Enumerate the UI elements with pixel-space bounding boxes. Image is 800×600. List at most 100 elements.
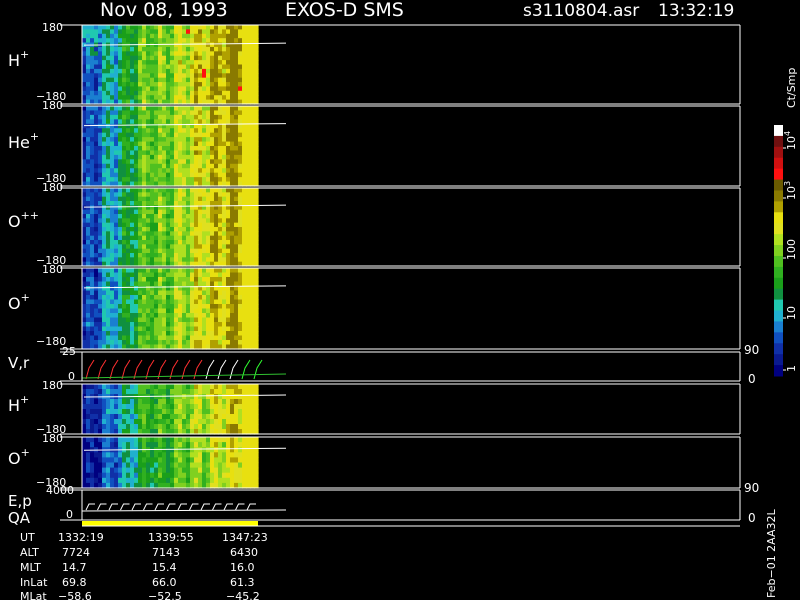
spectrogram-cell (126, 82, 131, 88)
colorbar-swatch (774, 201, 783, 213)
spectrogram-cell (182, 146, 187, 152)
spectrogram-cell (226, 25, 231, 30)
spectrogram-cell (222, 447, 227, 453)
spectrogram-cell (122, 299, 127, 305)
spectrogram-cell (182, 317, 187, 323)
spectrogram-cell (118, 154, 123, 160)
footer-value: 7143 (152, 546, 180, 559)
spectrogram-cell (210, 399, 215, 405)
spectrogram-cell (130, 331, 135, 337)
spectrogram-cell (134, 472, 139, 479)
spectrogram-cell (170, 340, 175, 346)
spectrogram-cell (194, 188, 199, 193)
spectrogram-cell (182, 214, 187, 219)
spectrogram-cell (242, 168, 247, 174)
spectrogram-cell (126, 290, 131, 296)
spectrogram-cell (146, 132, 151, 138)
spectrogram-cell (198, 414, 203, 420)
energy-step-trace (177, 503, 187, 511)
spectrogram-cell (214, 132, 219, 138)
spectrogram-cell (234, 209, 239, 215)
spectrogram-cell (126, 240, 131, 245)
spectrogram-cell (222, 340, 227, 346)
spectrogram-cell (150, 304, 155, 310)
spectrogram-cell (118, 231, 123, 237)
spectrogram-cell (98, 299, 103, 305)
spectrogram-cell (234, 335, 239, 341)
ytick-top-p2: 180 (42, 99, 63, 112)
spectrogram-cell (142, 272, 147, 278)
spectrogram-cell (90, 192, 95, 198)
spectrogram-cell (214, 137, 219, 143)
spectrogram-cell (134, 340, 139, 346)
header-time: 13:32:19 (658, 1, 734, 21)
spectrogram-cell (138, 299, 143, 305)
spectrogram-cell (142, 64, 147, 70)
spectrogram-cell (106, 29, 111, 35)
spectrogram-cell (102, 424, 107, 430)
spectrogram-cell (98, 290, 103, 296)
spectrogram-cell (170, 335, 175, 341)
spectrogram-cell (82, 119, 87, 125)
spectrogram-cell (166, 295, 171, 301)
spectrogram-cell (214, 272, 219, 278)
spectrogram-cell (150, 209, 155, 215)
spectrogram-cell (118, 25, 123, 30)
spectrogram-cell (210, 188, 215, 193)
spectrogram-cell (102, 414, 107, 420)
spectrogram-cell (162, 257, 167, 263)
spectrogram-cell (182, 150, 187, 156)
spectrogram-cell (250, 268, 255, 274)
spectrogram-cell (250, 205, 255, 211)
spectrogram-cell (126, 384, 131, 390)
spectrogram-cell (198, 389, 203, 395)
spectrogram-cell (250, 38, 255, 44)
spectrogram-cell (98, 277, 103, 283)
spectrogram-cell (226, 86, 231, 92)
spectrogram-cell (166, 192, 171, 198)
spectrogram-cell (198, 201, 203, 206)
spectrogram-cell (198, 295, 203, 301)
spectrogram-cell (238, 90, 243, 96)
spectrogram-cell (138, 399, 143, 405)
spectrogram-cell (146, 253, 151, 258)
spectrogram-cell (110, 60, 115, 66)
spectrogram-cell (186, 77, 191, 83)
spectrogram-cell (170, 419, 175, 425)
spectrogram-cell (134, 317, 139, 323)
spectrogram-cell (118, 60, 123, 66)
spectrogram-cell (138, 240, 143, 245)
spectrogram-cell (190, 248, 195, 254)
spectrogram-cell (130, 424, 135, 430)
spectrogram-cell (138, 244, 143, 250)
spectrogram-cell (94, 299, 99, 305)
spectrogram-cell (106, 257, 111, 263)
spectrogram-cell (162, 414, 167, 420)
spectrogram-cell (246, 253, 251, 258)
spectrogram-cell (110, 462, 115, 469)
spectrogram-cell (230, 188, 235, 193)
spectrogram-cell (142, 477, 147, 484)
spectrogram-cell (86, 268, 91, 274)
spectrogram-cell (86, 308, 91, 314)
spectrogram-cell (170, 326, 175, 332)
spectrogram-cell (206, 60, 211, 66)
spectrogram-cell (178, 304, 183, 310)
spectrogram-cell (154, 33, 159, 39)
spectrogram-cell (230, 209, 235, 215)
spectrogram-cell (194, 222, 199, 228)
spectrogram-cell (142, 457, 147, 464)
spectrogram-cell (138, 90, 143, 96)
spectrogram-cell (126, 227, 131, 232)
spectrogram-cell (234, 235, 239, 241)
spectrogram-cell (98, 248, 103, 254)
spectrogram-cell (226, 209, 231, 215)
spectrogram-cell (218, 209, 223, 215)
spectrogram-cell (206, 38, 211, 44)
spectrogram-cell (86, 106, 91, 112)
spectrogram-cell (126, 404, 131, 410)
spectrogram-cell (206, 209, 211, 215)
spectrogram-cell (90, 114, 95, 120)
spectrogram-cell (142, 304, 147, 310)
spectrogram-cell (106, 442, 111, 448)
